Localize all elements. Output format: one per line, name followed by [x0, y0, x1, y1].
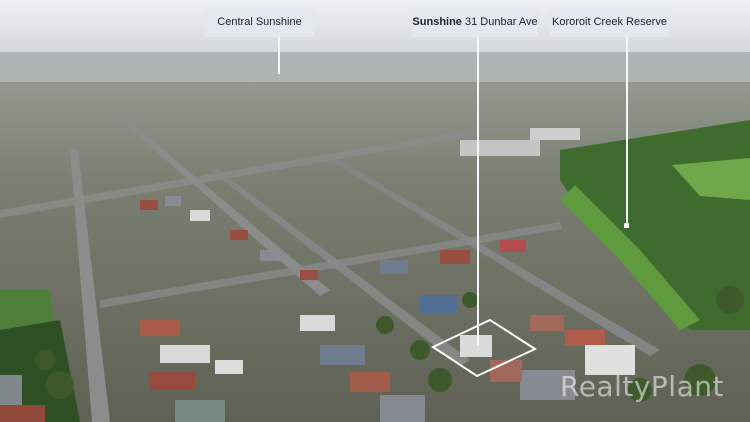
callout-kororoit-creek: Kororoit Creek Reserve — [550, 7, 669, 37]
callout-property-address: 31 Dunbar Ave — [465, 16, 538, 28]
pin-central-sunshine — [278, 36, 280, 74]
callout-central-sunshine-label: Central Sunshine — [217, 16, 302, 28]
distant-haze — [0, 52, 750, 82]
pin-end-kororoit-creek — [624, 223, 629, 228]
callout-property-suburb: Sunshine — [412, 16, 462, 28]
pin-property — [477, 36, 479, 346]
pin-kororoit-creek — [626, 36, 628, 226]
callout-central-sunshine: Central Sunshine — [205, 7, 314, 37]
callout-property: Sunshine 31 Dunbar Ave — [412, 7, 538, 37]
callout-kororoit-creek-label: Kororoit Creek Reserve — [552, 16, 667, 28]
property-house — [460, 335, 492, 357]
watermark: RealtyPlant — [560, 370, 724, 403]
aerial-photo — [0, 0, 750, 422]
